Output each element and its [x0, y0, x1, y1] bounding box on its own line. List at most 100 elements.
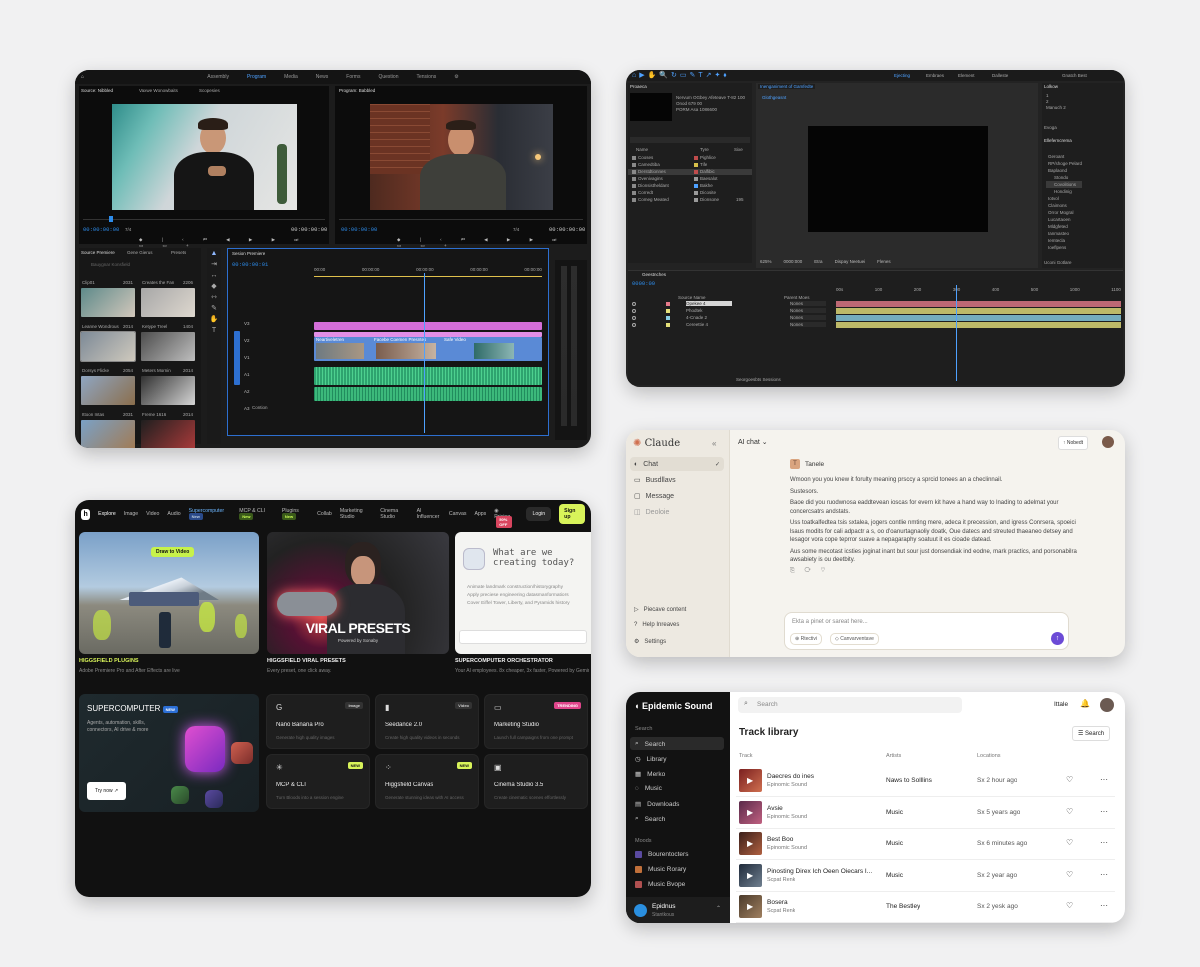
nav-deoloie[interactable]: ◫ Deoloie [634, 508, 669, 517]
video-clip[interactable]: Neartiveletren Facebe Coemen Presntes Sa… [314, 337, 542, 361]
ae-panel-tab[interactable]: Lolkow [1044, 84, 1058, 89]
project-thumbnail[interactable] [141, 288, 195, 317]
ae-layer-name[interactable]: Opekee 4 [686, 301, 732, 306]
track-row[interactable]: ▶ Best Boo Epinomic Sound Music Sx 6 minutes… [736, 829, 1115, 860]
track-artwork[interactable]: ▶ [739, 832, 762, 855]
layer-visibility-icon[interactable] [632, 309, 636, 313]
ae-workspace-tab[interactable]: Ejecting [894, 73, 910, 78]
audio-clip[interactable] [314, 387, 542, 401]
epidemic-brand[interactable]: ◖ Epidemic Sound [634, 701, 712, 711]
search-input[interactable]: ⌕ Search [738, 697, 962, 713]
razor-icon[interactable]: ◆ [207, 281, 221, 292]
ae-effect-item[interactable]: Stondo [1046, 174, 1082, 181]
try-now-button[interactable]: Try now ↗ [87, 782, 127, 800]
nav-pricing[interactable]: ◉ Pricing50% OFF [494, 508, 513, 528]
draw-to-video-badge[interactable]: Draw to Video [151, 547, 195, 557]
track-artist[interactable]: Music [886, 840, 903, 847]
nav-search-2[interactable]: ⌕ Search [635, 815, 665, 823]
chat-input[interactable]: Ekta a pinet or sareat here... ⊕ Rtectiv… [784, 612, 1069, 650]
ae-project-item[interactable]: Dionsistheldant [638, 183, 690, 188]
more-icon[interactable]: ··· [1100, 901, 1108, 910]
project-thumbnail[interactable] [81, 288, 135, 317]
col-artists[interactable]: Artists [886, 753, 901, 759]
hf-logo[interactable]: h [81, 508, 91, 520]
nav-plugins[interactable]: Plugins New [281, 508, 309, 520]
settings-icon[interactable]: ⚙ [454, 74, 458, 80]
selection-tool-icon[interactable]: ▲ [207, 248, 221, 259]
layer-visibility-icon[interactable] [632, 323, 636, 327]
ae-col-name[interactable]: Name [636, 147, 648, 152]
track-header[interactable]: V2 [244, 332, 250, 349]
feature-card[interactable]: ⁘ Higgsfield Canvas Generate stunning idea… [375, 754, 479, 809]
ae-layer-mode[interactable]: Nones [790, 308, 826, 313]
ae-effect-item[interactable]: Geroant [1046, 153, 1082, 160]
feature-card[interactable]: ✳ MCP & CLI Turn Bloods into a session eng… [266, 754, 370, 809]
nav-video[interactable]: Video [146, 511, 159, 517]
track-select-icon[interactable]: ⇥ [207, 259, 221, 270]
more-icon[interactable]: ··· [1100, 870, 1108, 879]
avatar[interactable] [1100, 698, 1114, 712]
send-button[interactable]: ↑ [1051, 632, 1064, 645]
nav-image[interactable]: Image [124, 511, 138, 517]
project-thumbnail[interactable] [141, 376, 195, 405]
play-icon[interactable]: ▶ [747, 871, 753, 880]
layer-label-color[interactable] [666, 323, 670, 327]
track-targets[interactable] [234, 331, 240, 385]
ae-effect-item[interactable]: Mldgfeted [1046, 223, 1082, 230]
nav-cinema-studio[interactable]: Cinema Studio [380, 508, 408, 520]
track-artist[interactable]: Music [886, 872, 903, 879]
ae-layer-bar[interactable] [836, 322, 1121, 328]
mood-item[interactable]: Music Bvope [635, 881, 685, 888]
plugins-card-image[interactable]: Draw to Video [79, 532, 259, 654]
avatar[interactable] [1102, 436, 1114, 448]
layer-label-color[interactable] [666, 309, 670, 313]
ae-effect-item[interactable]: Claimons [1046, 202, 1082, 209]
track-row[interactable]: ▶ Bosera Scpat Renk The Bestley Sx 2 yesk ag… [736, 892, 1115, 923]
hand-icon[interactable]: ✋ [207, 314, 221, 325]
track-artist[interactable]: The Bestley [886, 903, 920, 910]
ae-tools-icons[interactable]: ⌂▶✋🔍↻▭✎T↗✦⬧ [632, 71, 730, 80]
nav-library[interactable]: ◷ Library [635, 755, 667, 764]
playhead[interactable] [424, 273, 425, 433]
ae-layer-name[interactable]: Phodtek [686, 308, 732, 313]
viral-presets-card-image[interactable]: VIRAL PRESETS Powered by Sonaby [267, 532, 449, 654]
ae-layer-col[interactable]: Source Name [678, 295, 706, 300]
ae-effect-item[interactable]: Lucartaoen [1046, 216, 1082, 223]
nav-message[interactable]: ▢ Message [634, 492, 674, 501]
project-tab[interactable]: Presets [171, 250, 186, 255]
home-icon[interactable]: ⌂ [81, 74, 84, 80]
nav-merko[interactable]: ▦ Merko [635, 770, 665, 779]
col-locations[interactable]: Locations [977, 753, 1001, 759]
ae-workspace-tab[interactable]: Embraes [926, 73, 944, 78]
nav-audio[interactable]: Audio [167, 511, 180, 517]
audio-clip[interactable] [314, 367, 542, 385]
track-artwork[interactable]: ▶ [739, 895, 762, 918]
ae-effect-item[interactable]: Baplaond [1046, 167, 1082, 174]
track-header[interactable]: V1 [244, 349, 250, 366]
ae-project-item[interactable]: Camedtiba [638, 162, 690, 167]
project-search-input[interactable]: Bauygnar Konsfield [91, 262, 130, 267]
source-monitor-title[interactable]: Source: Nibbled [81, 88, 113, 93]
ae-effect-item[interactable]: Iemtecla [1046, 237, 1082, 244]
project-thumbnail[interactable] [141, 420, 195, 448]
track-title[interactable]: Pinosting Direx Ich Oeen Oiecars I... [767, 868, 877, 875]
feature-card[interactable]: ▮ Seedance 2.0 Create high quality videos … [375, 694, 479, 749]
ae-effect-item[interactable]: Hondinig [1046, 188, 1082, 195]
play-icon[interactable]: ▶ [747, 808, 753, 817]
suggestion[interactable]: Apply preciese engineering datasmanforma… [467, 592, 570, 600]
col-track[interactable]: Track [739, 753, 753, 759]
ae-project-item[interactable]: Comeg Meated [638, 197, 690, 202]
ae-effect-item[interactable]: RP/shoge Pelard [1046, 160, 1082, 167]
workspace-tab[interactable]: Forms [346, 74, 360, 80]
play-icon[interactable]: ▶ [747, 902, 753, 911]
ae-project-item[interactable]: Derstdtionnes [638, 169, 690, 174]
ae-effect-item[interactable]: Iotvol [1046, 195, 1082, 202]
ae-layer-mode[interactable]: Nones [790, 322, 826, 327]
supercomputer-input[interactable] [459, 630, 587, 644]
track-row[interactable]: ▶ Daecres do ines Epinomic Sound Naws to So… [736, 766, 1115, 797]
ae-view-opt[interactable]: Etra [814, 259, 822, 264]
workspace-tab[interactable]: Program [247, 74, 266, 80]
ae-layer-mode[interactable]: Nones [790, 301, 826, 306]
ae-panel-tab[interactable]: Elleferncrema [1044, 138, 1072, 143]
slip-icon[interactable]: ⇿ [207, 292, 221, 303]
